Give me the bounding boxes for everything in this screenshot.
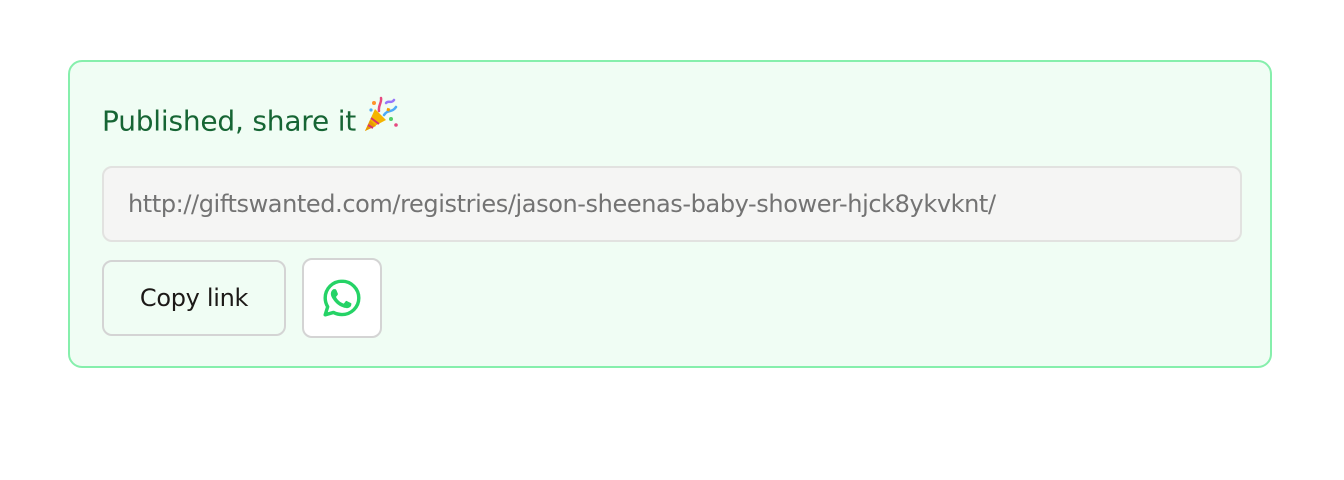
share-url-field[interactable]: http://giftswanted.com/registries/jason-… — [102, 166, 1242, 242]
copy-link-button[interactable]: Copy link — [102, 260, 286, 336]
whatsapp-icon — [321, 277, 363, 319]
share-card: Published, share it http://giftswanted.c… — [68, 60, 1272, 368]
share-title-text: Published, share it — [102, 104, 357, 138]
share-title: Published, share it — [102, 95, 400, 147]
whatsapp-share-button[interactable] — [302, 258, 382, 338]
party-popper-icon — [362, 95, 400, 144]
